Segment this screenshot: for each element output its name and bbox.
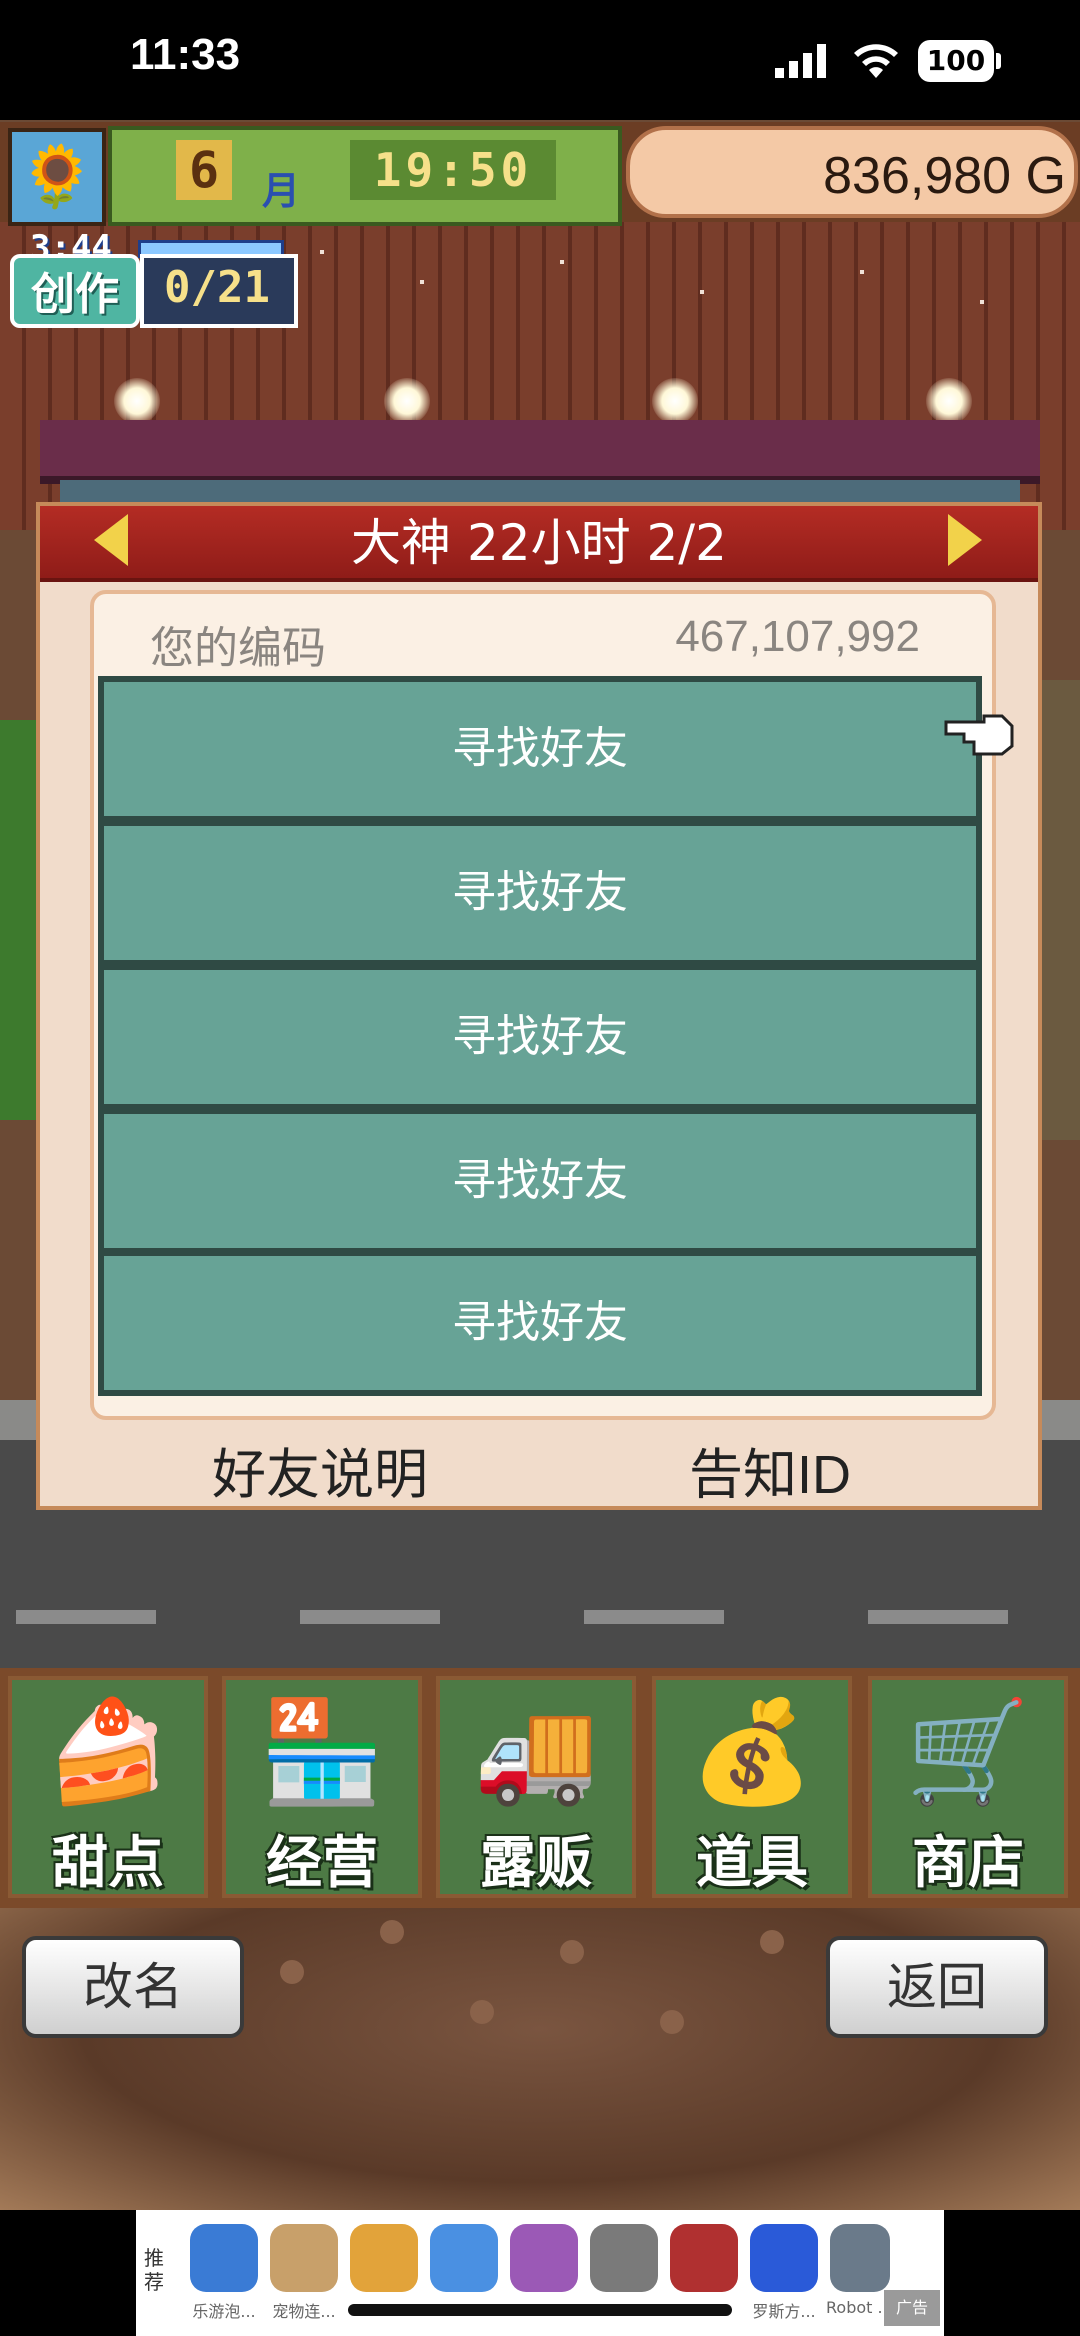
items-bag-icon: 💰 [689,1693,815,1810]
menu-label: 甜点 [52,1831,164,1896]
lamp-light [652,378,698,424]
lamp-light [926,378,972,424]
decor-dot [380,1920,404,1944]
ad-app-name: 宠物连... [272,2302,336,2321]
decor-dot [470,2000,494,2024]
battery-nub [996,53,1001,69]
game-clock: 19:50 [350,140,556,200]
ad-badge: 广告 [884,2290,940,2326]
ad-app-icon[interactable] [270,2224,338,2292]
decor-dot [560,1940,584,1964]
find-friend-button[interactable]: 寻找好友 [104,682,976,816]
lane-marking [16,1610,156,1624]
food-truck-icon: 🚚 [473,1693,599,1810]
battery-icon: 100 [918,40,994,82]
ad-label: 推荐 [144,2246,164,2294]
lamp-light [114,378,160,424]
sunflower-icon[interactable]: 🌻 [8,128,106,226]
pointing-hand-icon [944,714,1014,756]
snow-dot [860,270,864,274]
find-friend-button[interactable]: 寻找好友 [104,1114,976,1248]
rename-button[interactable]: 改名 [22,1936,244,2038]
month-number: 6 [176,140,232,200]
ad-app-icon[interactable] [830,2224,890,2292]
lane-marking [584,1610,724,1624]
money-amount: 836,980 G [823,147,1066,205]
tree [0,720,40,1120]
ad-app-name: 乐游泡... [192,2302,256,2321]
back-button[interactable]: 返回 [826,1936,1048,2038]
your-code-label: 您的编码 [150,623,326,674]
signal-icon [775,44,826,78]
ad-app-icon[interactable] [190,2224,258,2292]
menu-label: 商店 [912,1831,1024,1896]
decor-dot [760,1930,784,1954]
snow-dot [320,250,324,254]
snow-dot [980,300,984,304]
share-id-link[interactable]: 告知ID [590,1430,950,1509]
status-time: 11:33 [130,30,241,79]
create-label: 创作 [31,269,119,320]
home-indicator [348,2304,732,2316]
shopping-cart-icon: 🛒 [905,1693,1031,1810]
your-code-value: 467,107,992 [675,612,920,661]
snow-dot [420,280,424,284]
decor-dot [660,2010,684,2034]
decor-dot [280,1960,304,1984]
snow-dot [700,290,704,294]
shop-awning [40,420,1040,484]
menu-label: 露贩 [480,1831,592,1896]
arrow-left-icon[interactable] [94,514,128,566]
month-unit: 月 [262,169,301,213]
ad-app-icon[interactable] [670,2224,738,2292]
wifi-icon [854,44,898,78]
shop-icon: 🏪 [259,1693,385,1810]
lamp-light [384,378,430,424]
lane-marking [868,1610,1008,1624]
cake-icon: 🍰 [45,1693,171,1810]
snow-dot [560,260,564,264]
ad-app-name: Robot ... [826,2298,886,2317]
ad-app-icon[interactable] [510,2224,578,2292]
menu-label: 经营 [266,1831,378,1896]
ad-app-icon[interactable] [350,2224,418,2292]
ad-app-icon[interactable] [430,2224,498,2292]
create-count: 0/21 [164,262,270,313]
lane-marking [300,1610,440,1624]
ad-app-icon[interactable] [750,2224,818,2292]
ad-app-name: 罗斯方... [752,2302,816,2321]
find-friend-button[interactable]: 寻找好友 [104,970,976,1104]
status-bar: 11:33 100 [0,0,1080,120]
ad-app-icon[interactable] [590,2224,658,2292]
arrow-right-icon[interactable] [948,514,982,566]
shop-side [1040,680,1080,1140]
dialog-title: 大神 22小时 2/2 [351,514,727,572]
friend-help-link[interactable]: 好友说明 [150,1430,490,1509]
find-friend-button[interactable]: 寻找好友 [104,1256,976,1390]
find-friend-button[interactable]: 寻找好友 [104,826,976,960]
menu-label: 道具 [696,1831,808,1896]
